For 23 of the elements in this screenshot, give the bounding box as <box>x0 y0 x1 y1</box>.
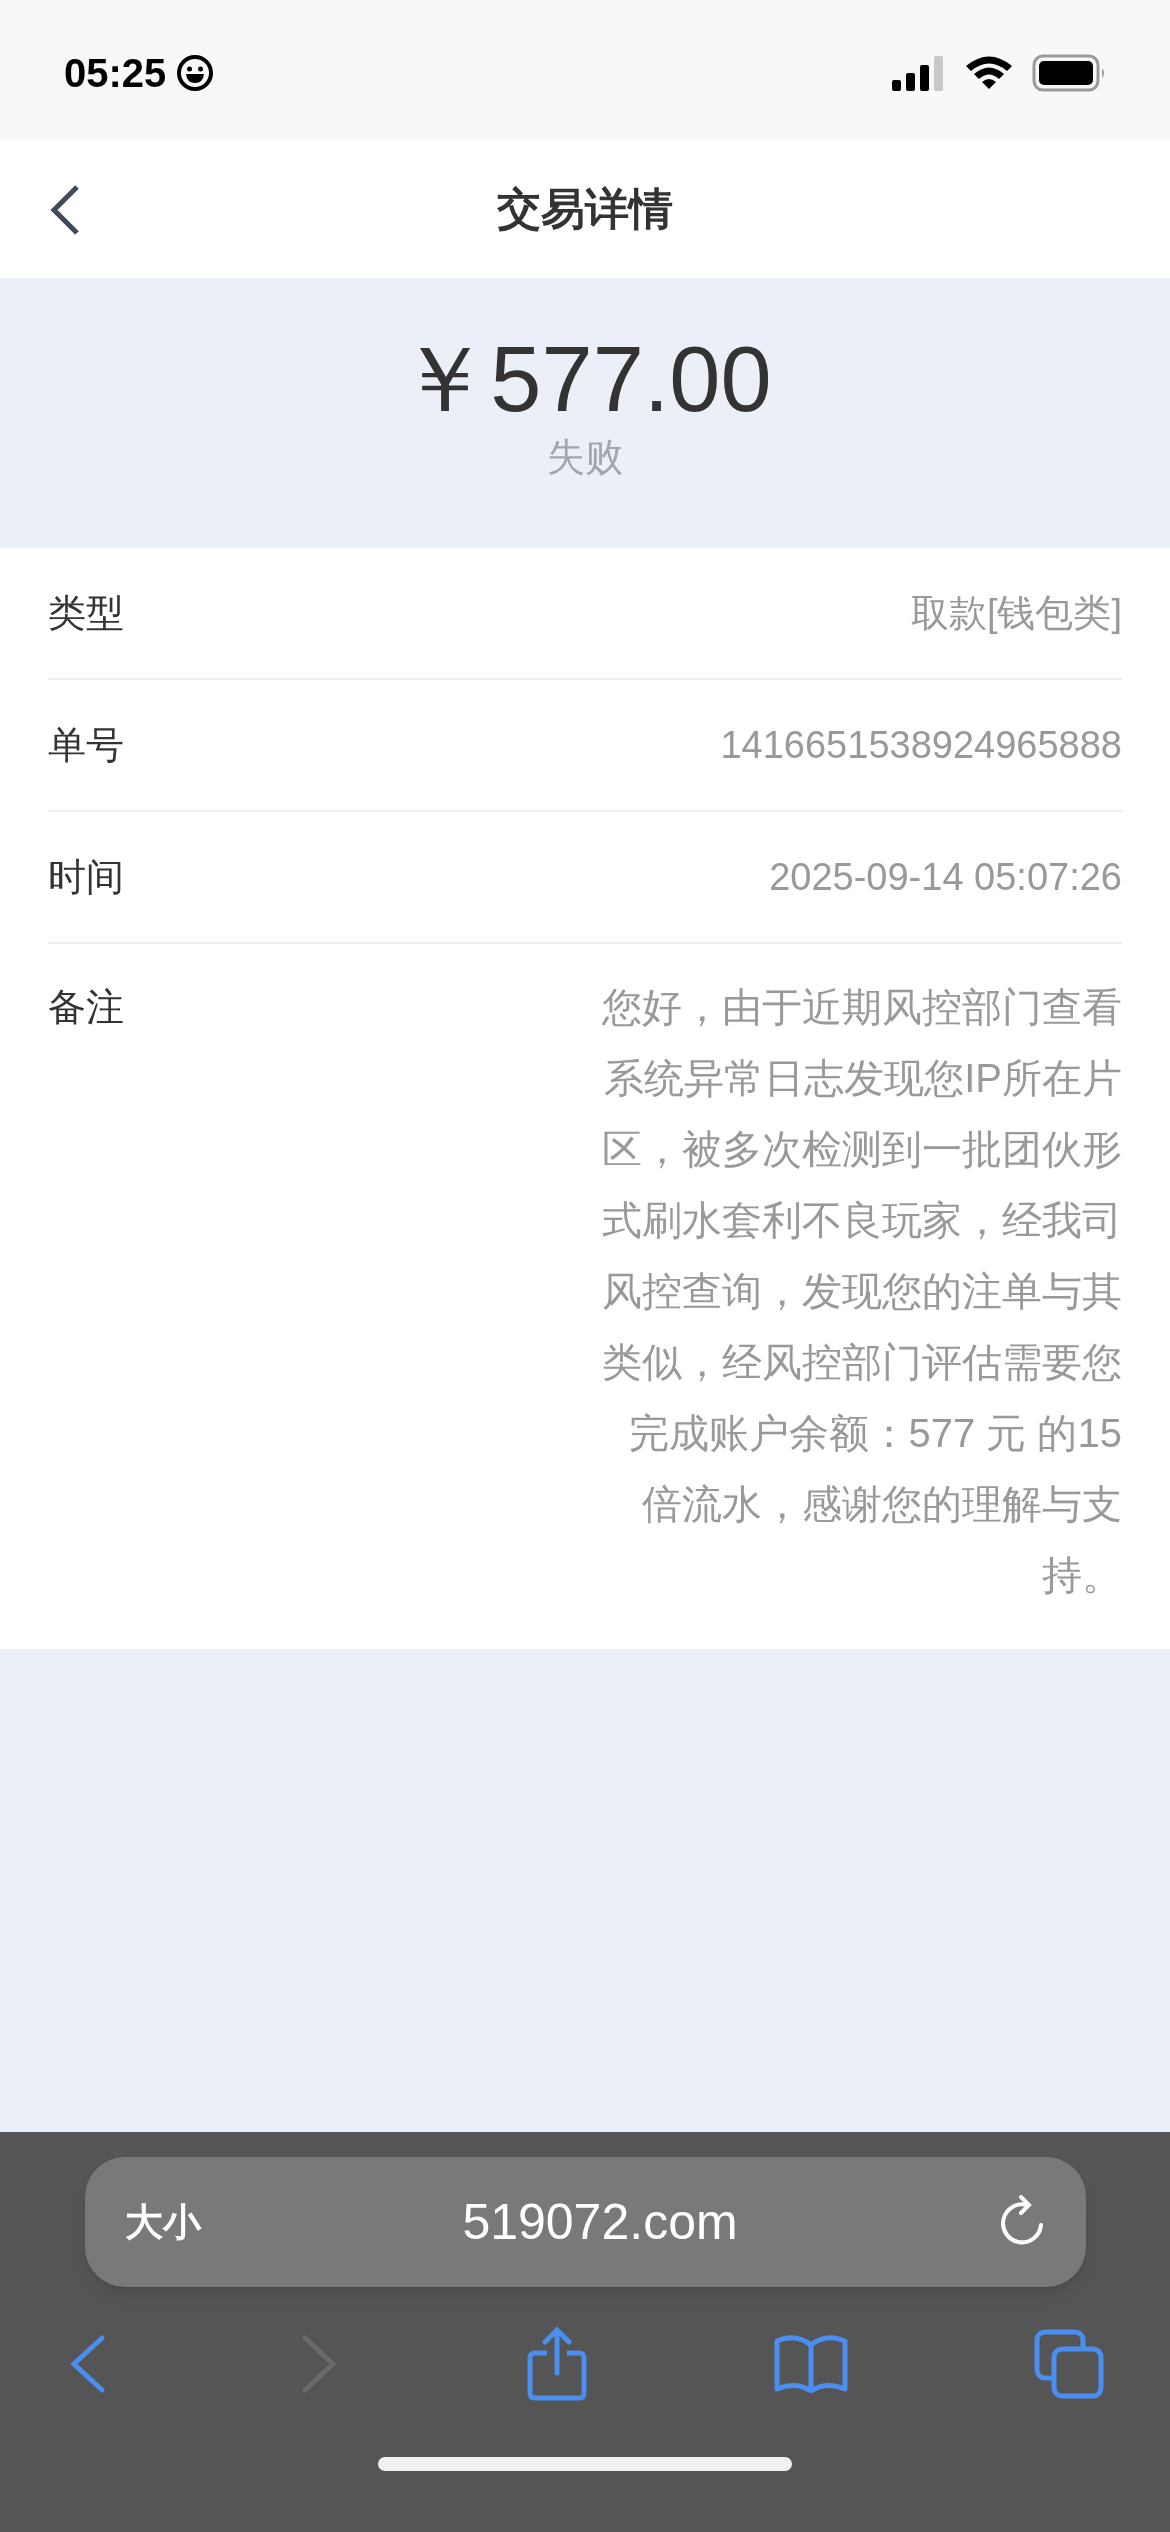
detail-label: 单号 <box>48 722 124 768</box>
share-icon[interactable] <box>527 2327 587 2401</box>
transaction-amount: ￥577.00 <box>398 328 772 429</box>
detail-value: 取款[钱包类] <box>910 590 1122 636</box>
battery-icon <box>1032 54 1106 92</box>
status-time: 05:25 <box>64 50 167 97</box>
wifi-icon <box>964 55 1014 91</box>
transaction-status: 失败 <box>547 434 623 480</box>
detail-label: 备注 <box>48 985 124 1030</box>
detail-label: 类型 <box>48 590 124 636</box>
page-title: 交易详情 <box>497 183 673 235</box>
tabs-icon[interactable] <box>1034 2329 1104 2399</box>
signal-icon <box>892 55 946 91</box>
url-text: 519072.com <box>462 2192 738 2252</box>
detail-label: 时间 <box>48 854 124 900</box>
text-size-button[interactable]: 大小 <box>124 2193 201 2251</box>
smiley-icon <box>176 54 215 92</box>
detail-value: 您好，由于近期风控部门查看系统异常日志发现您IP所在片区，被多次检测到一批团伙形式刷水套利不良玩家，经我司风控查询，发现您的注单与其类似，经风控部门评估需要您完成账户余额：577 元 的15倍流水，感谢您的理解与支持。 <box>601 984 1122 1599</box>
back-icon <box>50 184 80 236</box>
address-bar[interactable]: 大小 519072.com <box>84 2157 1086 2287</box>
detail-value: 1416651538924965888 <box>720 722 1122 768</box>
book-icon[interactable] <box>773 2333 848 2395</box>
detail-value: 2025-09-14 05:07:26 <box>769 854 1122 900</box>
